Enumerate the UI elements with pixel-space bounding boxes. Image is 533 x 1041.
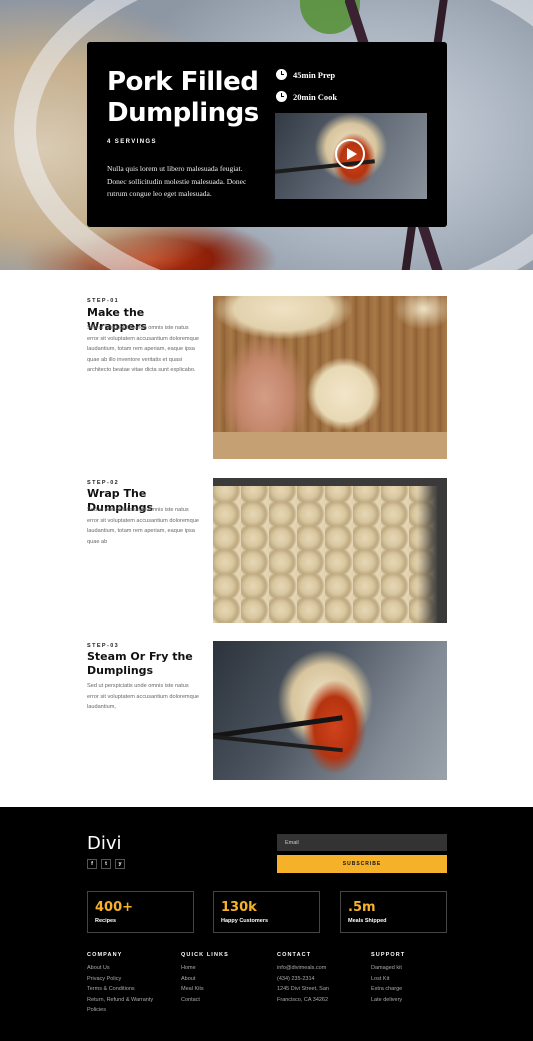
cook-time: 20min Cook [276, 91, 337, 102]
stat-card: 130k Happy Customers [213, 891, 320, 933]
prep-time: 45min Prep [276, 69, 335, 80]
stat-value: .5m [348, 900, 376, 915]
footer-column-heading: CONTACT [277, 952, 312, 958]
recipe-title: Pork Filled Dumplings [107, 67, 259, 128]
footer-link[interactable]: Return, Refund & Warranty Policies [87, 995, 165, 1016]
cook-time-text: 20min Cook [293, 91, 338, 102]
contact-address: 1245 Divi Street, San Francisco, CA 3426… [277, 986, 329, 1003]
footer-logo[interactable]: Divi [87, 833, 122, 854]
twitter-icon[interactable]: t [101, 859, 111, 869]
tray-side [417, 478, 447, 623]
footer-link[interactable]: Damaged kit [371, 963, 461, 974]
footer-link[interactable]: About Us [87, 963, 177, 974]
step-text: Sed ut perspiciatis unde omnis iste natu… [87, 683, 199, 710]
footer-link[interactable]: Terms & Conditions [87, 984, 177, 995]
recipe-video[interactable] [275, 113, 427, 199]
step-image-wrappers [213, 296, 447, 459]
step-label: STEP-01 [87, 298, 120, 304]
hero-section: Pork Filled Dumplings 4 SERVINGS Nulla q… [0, 0, 533, 270]
step-text: Sed ut perspiciatis unde omnis iste natu… [87, 325, 199, 373]
footer-link[interactable]: Home [181, 963, 271, 974]
tray-edge [213, 478, 447, 486]
servings-label: 4 SERVINGS [107, 139, 157, 145]
footer-link[interactable]: About [181, 974, 271, 985]
footer-link[interactable]: Meal Kits [181, 984, 271, 995]
youtube-icon[interactable]: y [115, 859, 125, 869]
footer-link[interactable]: Lost Kit [371, 974, 461, 985]
step-text: Sed ut perspiciatis unde omnis iste natu… [87, 507, 199, 545]
recipe-description: Nulla quis lorem ut libero malesuada feu… [107, 164, 247, 198]
footer-column-company: COMPANY About Us Privacy Policy Terms & … [87, 952, 177, 1016]
footer-column-heading: COMPANY [87, 952, 123, 958]
footer-link[interactable]: Extra charge [371, 984, 461, 995]
step-image-wrap-dumplings [213, 478, 447, 623]
stat-value: 130k [221, 900, 257, 915]
play-icon[interactable] [335, 139, 365, 169]
footer-link[interactable]: Contact [181, 995, 271, 1006]
footer-column-quick-links: QUICK LINKS Home About Meal Kits Contact [181, 952, 271, 1005]
stat-card: 400+ Recipes [87, 891, 194, 933]
step-image-fry-dumplings [213, 641, 447, 780]
contact-email[interactable]: info@divimeals.com [277, 963, 367, 974]
facebook-icon[interactable]: f [87, 859, 97, 869]
contact-phone[interactable]: (434) 235-2314 [277, 974, 367, 985]
chopstick [213, 733, 343, 753]
stat-card: .5m Meals Shipped [340, 891, 447, 933]
stat-label: Meals Shipped [348, 918, 387, 924]
stat-value: 400+ [95, 900, 134, 915]
footer-column-contact: CONTACT info@divimeals.com (434) 235-231… [277, 952, 367, 1005]
step-label: STEP-02 [87, 480, 120, 486]
clock-icon [276, 69, 287, 80]
prep-time-text: 45min Prep [293, 69, 336, 80]
footer-link[interactable]: Privacy Policy [87, 974, 177, 985]
footer: Divi f t y SUBSCRIBE 400+ Recipes 130k H… [0, 807, 533, 1041]
subscribe-button[interactable]: SUBSCRIBE [277, 855, 447, 873]
recipe-card: Pork Filled Dumplings 4 SERVINGS Nulla q… [87, 42, 447, 227]
footer-link[interactable]: Late delivery [371, 995, 461, 1006]
footer-column-support: SUPPORT Damaged kit Lost Kit Extra charg… [371, 952, 461, 1005]
footer-column-heading: QUICK LINKS [181, 952, 229, 958]
stat-label: Happy Customers [221, 918, 269, 924]
stat-label: Recipes [95, 918, 117, 924]
social-links: f t y [87, 859, 125, 869]
step-title: Steam Or Fry the Dumplings [87, 650, 193, 677]
footer-column-heading: SUPPORT [371, 952, 406, 958]
step-label: STEP-03 [87, 643, 120, 649]
clock-icon [276, 91, 287, 102]
cutting-board-edge [213, 432, 447, 459]
email-field[interactable] [277, 834, 447, 851]
